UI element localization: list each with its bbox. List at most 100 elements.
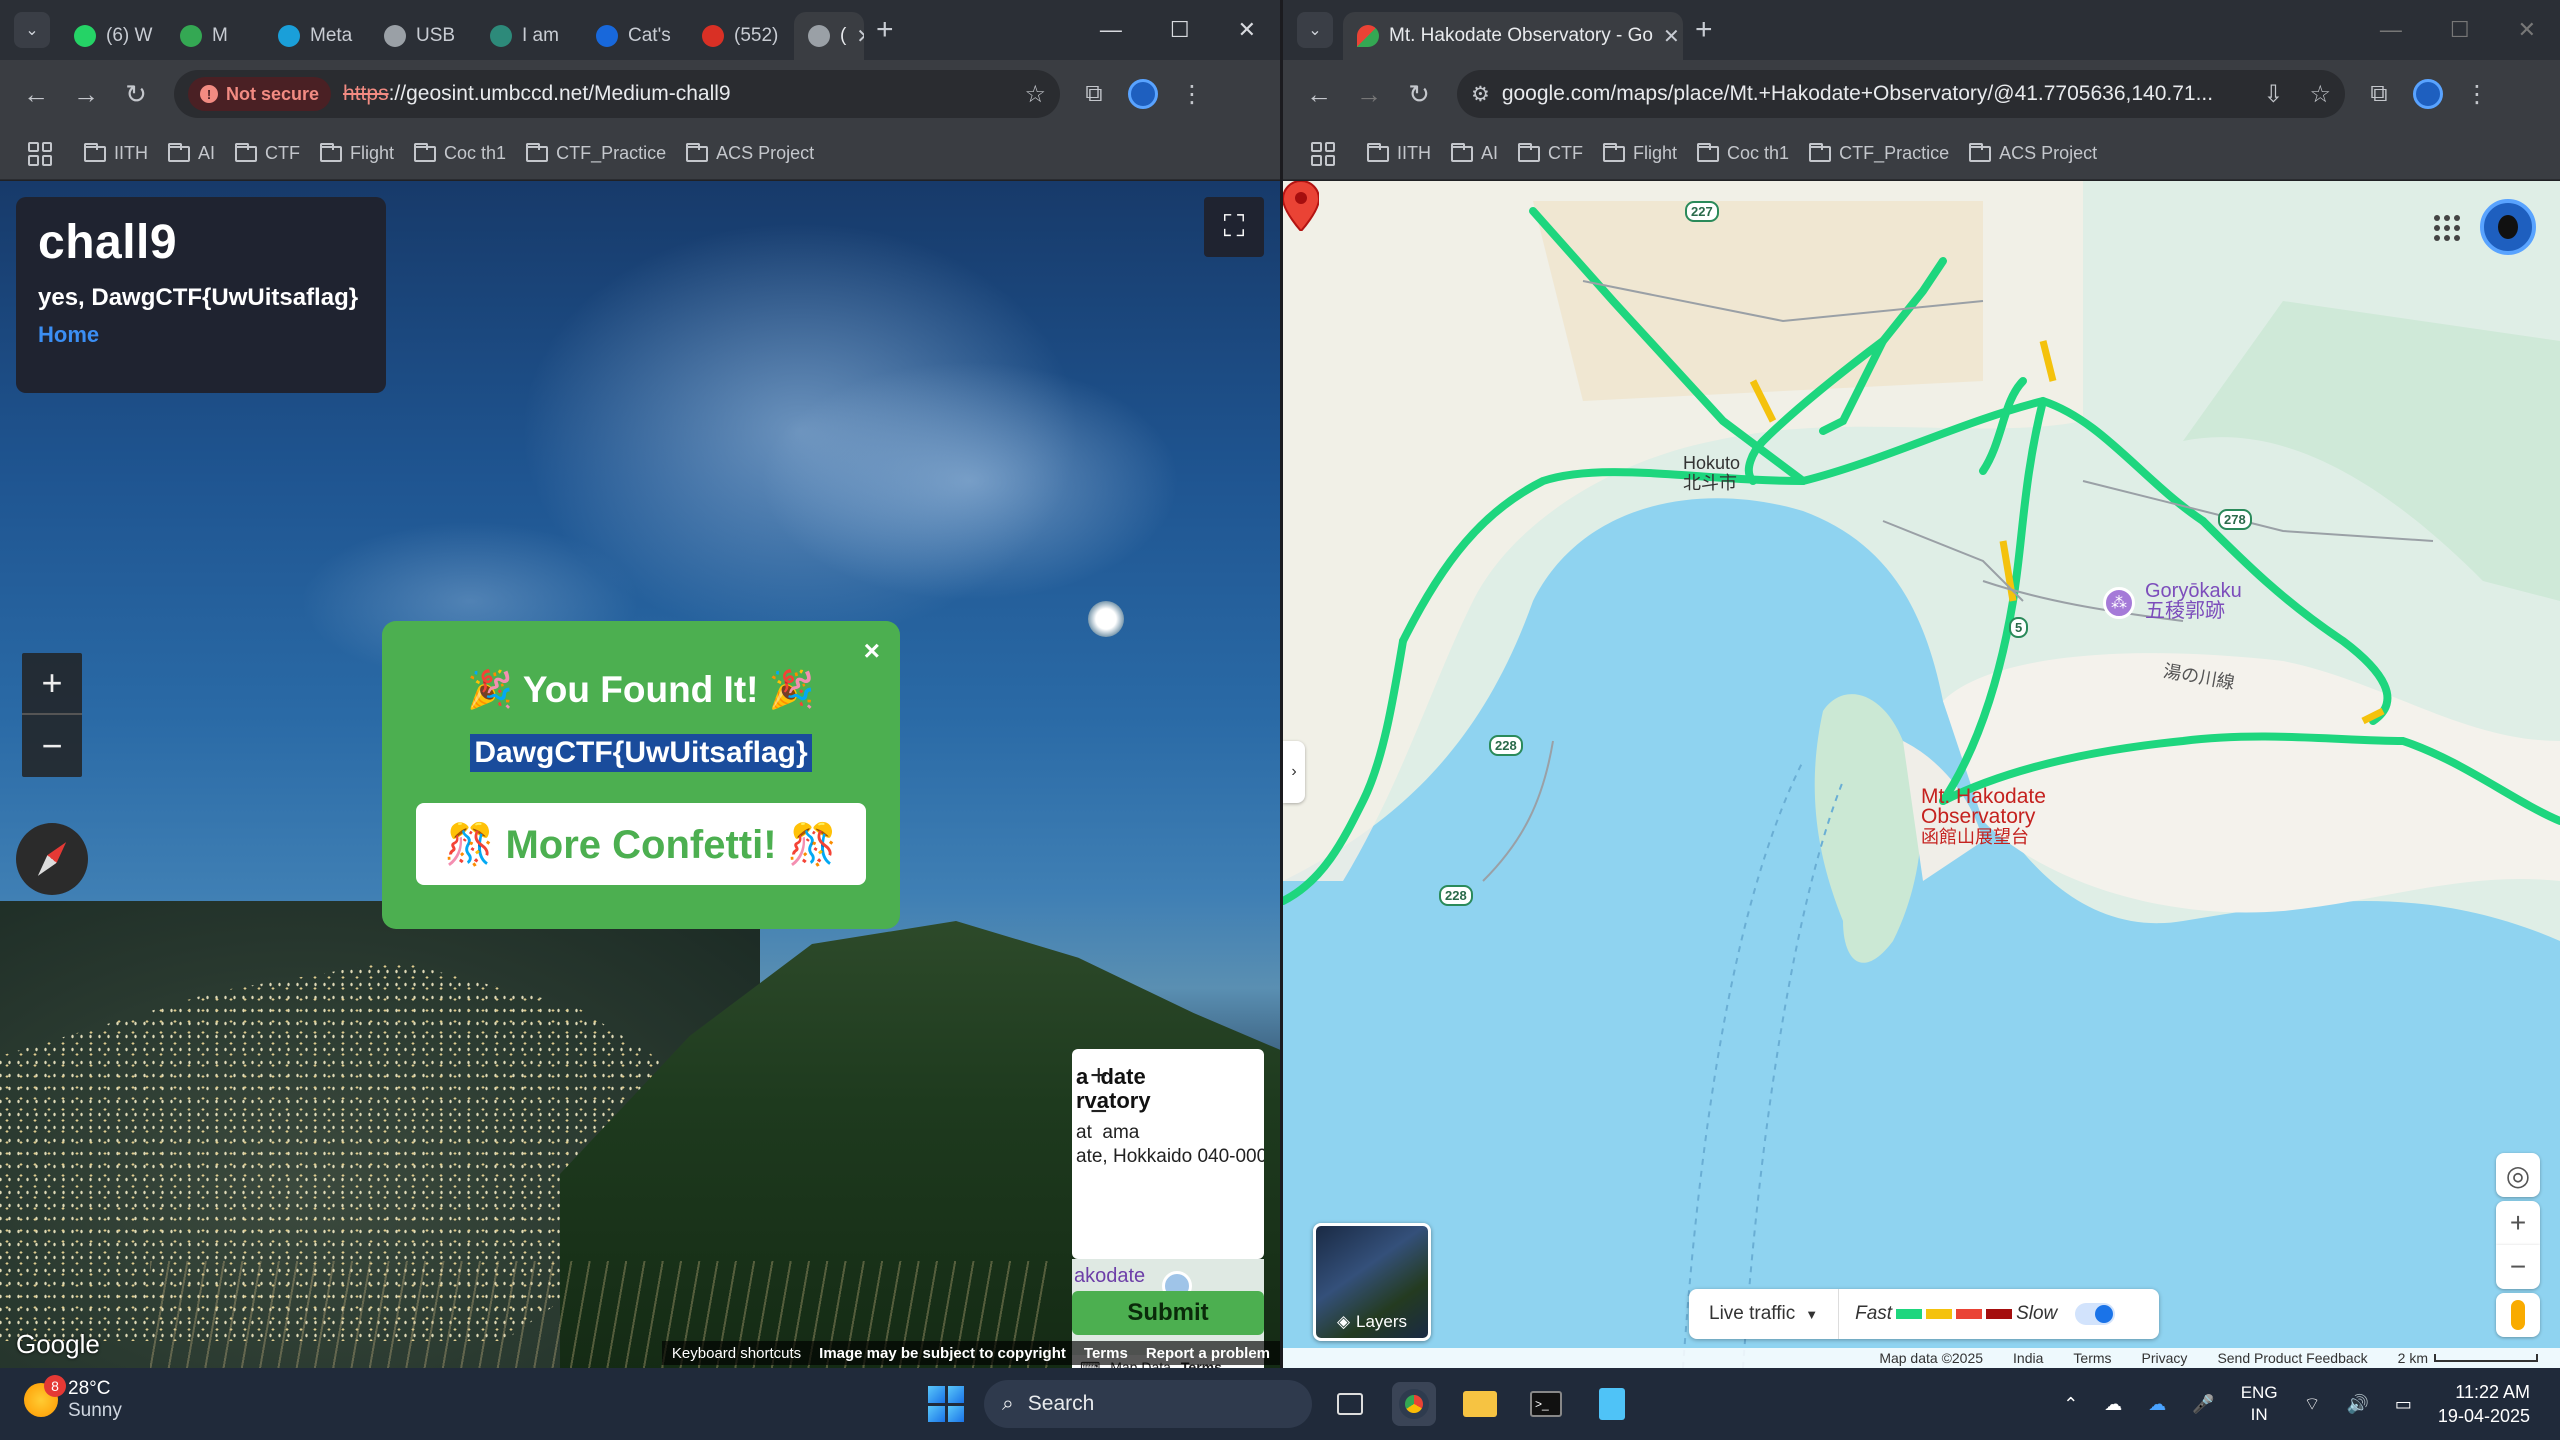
new-tab-button[interactable]: + [876,6,894,54]
tab-1[interactable]: M [166,12,264,60]
taskbar-search[interactable]: ⌕ Search [984,1380,1312,1428]
tab-google-maps[interactable]: Mt. Hakodate Observatory - Go ✕ [1343,12,1683,60]
label-observatory[interactable]: Mt. Hakodate Observatory 函館山展望台 [1921,786,2046,847]
onedrive-icon[interactable]: ☁ [2104,1394,2122,1415]
map-zoom-in-button[interactable]: + [2496,1201,2540,1245]
tab-search-button[interactable]: ⌄ [1297,12,1333,48]
onedrive-blue-icon[interactable]: ☁ [2148,1394,2166,1415]
bookmark-folder[interactable]: IITH [1367,142,1431,164]
privacy-link[interactable]: Privacy [2142,1350,2188,1366]
scale-bar[interactable]: 2 km [2398,1350,2538,1366]
address-bar[interactable]: ! Not secure https://geosint.umbccd.net/… [174,70,1060,118]
wifi-icon[interactable]: ⌔ [2304,1393,2321,1416]
show-hidden-icons[interactable]: ⌃ [2063,1394,2078,1415]
bookmark-folder[interactable]: AI [168,142,215,164]
terminal-icon[interactable]: >_ [1524,1382,1568,1426]
bookmark-folder[interactable]: Coc th1 [1697,142,1789,164]
apps-grid-icon[interactable] [1311,141,1335,166]
bookmark-folder[interactable]: CTF [1518,142,1583,164]
reload-icon[interactable]: ↻ [114,72,158,116]
tab-4[interactable]: I am [476,12,582,60]
label-goryokaku[interactable]: Goryōkaku 五稜郭跡 [2145,581,2242,621]
install-icon[interactable]: ⇩ [2263,80,2283,109]
bookmark-folder[interactable]: AI [1451,142,1498,164]
mini-zoom-out-icon[interactable]: − [1090,1095,1108,1129]
windows-start-icon[interactable] [928,1386,964,1422]
map-zoom-out-button[interactable]: − [2496,1245,2540,1289]
region-link[interactable]: India [2013,1350,2043,1366]
feedback-link[interactable]: Send Product Feedback [2217,1350,2367,1366]
language-indicator[interactable]: ENG IN [2241,1382,2278,1426]
tab-6[interactable]: (552) [688,12,794,60]
tab-close-icon[interactable]: ✕ [1663,24,1680,49]
tab-5[interactable]: Cat's [582,12,688,60]
more-confetti-button[interactable]: 🎊 More Confetti! 🎊 [416,803,866,885]
profile-avatar[interactable] [2413,79,2443,109]
notepad-icon[interactable] [1590,1382,1634,1426]
layers-button[interactable]: ◈ Layers [1313,1223,1431,1341]
bookmark-folder[interactable]: Flight [1603,142,1677,164]
popup-close-button[interactable]: × [864,635,880,667]
collapse-side-panel-icon[interactable]: › [1283,741,1305,803]
reload-icon[interactable]: ↻ [1397,72,1441,116]
bookmark-folder[interactable]: CTF_Practice [526,142,666,164]
terms-link[interactable]: Terms [2073,1350,2111,1366]
map-canvas[interactable]: › Hokuto 北斗市 ⁂ Goryōkaku 五稜郭跡 湯の川線 Mt. H… [1283,181,2560,1368]
tab-7[interactable]: (✕ [794,12,864,60]
extensions-icon[interactable]: ⧉ [2359,74,2399,114]
microphone-icon[interactable]: 🎤 [2192,1394,2214,1415]
compass-icon[interactable] [16,823,88,895]
site-info-icon[interactable]: ⚙ [1471,82,1490,107]
traffic-toggle[interactable] [2075,1303,2116,1325]
bookmark-folder[interactable]: ACS Project [1969,142,2097,164]
bookmark-folder[interactable]: CTF [235,142,300,164]
home-link[interactable]: Home [38,322,364,348]
forward-icon[interactable]: → [1347,72,1391,116]
tab-search-button[interactable]: ⌄ [14,12,50,48]
minimize-icon[interactable]: — [1100,17,1122,43]
bookmark-folder[interactable]: Coc th1 [414,142,506,164]
close-window-icon[interactable]: ✕ [2518,17,2536,43]
not-secure-chip[interactable]: ! Not secure [188,77,332,111]
close-window-icon[interactable]: ✕ [1238,17,1256,43]
extensions-icon[interactable]: ⧉ [1074,74,1114,114]
bookmark-star-icon[interactable]: ☆ [2309,80,2331,109]
account-avatar[interactable] [2480,199,2536,255]
goryokaku-poi-icon[interactable]: ⁂ [2103,587,2135,619]
pegman-icon[interactable] [2496,1293,2540,1337]
fullscreen-icon[interactable]: ⛶ [1204,197,1264,257]
maximize-icon[interactable]: ☐ [2450,17,2470,43]
clock[interactable]: 11:22 AM 19-04-2025 [2438,1380,2530,1428]
zoom-in-button[interactable]: + [22,653,82,715]
battery-icon[interactable]: ▭ [2395,1394,2412,1415]
google-apps-icon[interactable] [2434,215,2460,241]
back-icon[interactable]: ← [14,72,58,116]
menu-kebab-icon[interactable]: ⋮ [1172,74,1212,114]
bookmark-star-icon[interactable]: ☆ [1024,80,1046,109]
volume-icon[interactable]: 🔊 [2346,1394,2368,1415]
maximize-icon[interactable]: ☐ [1170,17,1190,43]
task-view-icon[interactable] [1328,1382,1372,1426]
address-bar[interactable]: ⚙ google.com/maps/place/Mt.+Hakodate+Obs… [1457,70,2345,118]
back-icon[interactable]: ← [1297,72,1341,116]
menu-kebab-icon[interactable]: ⋮ [2457,74,2497,114]
file-explorer-icon[interactable] [1458,1382,1502,1426]
mini-zoom-in-icon[interactable]: + [1090,1059,1108,1093]
new-tab-button[interactable]: + [1695,6,1713,54]
bookmark-folder[interactable]: Flight [320,142,394,164]
profile-avatar[interactable] [1128,79,1158,109]
minimize-icon[interactable]: — [2380,17,2402,43]
weather-widget[interactable]: 8 28°C Sunny [24,1375,122,1422]
report-problem-link[interactable]: Report a problem [1146,1345,1270,1362]
bookmark-folder[interactable]: ACS Project [686,142,814,164]
terms-link[interactable]: Terms [1084,1345,1128,1362]
bookmark-folder[interactable]: CTF_Practice [1809,142,1949,164]
submit-button[interactable]: Submit [1072,1291,1264,1335]
live-traffic-dropdown[interactable]: Live traffic ▼ [1689,1289,1840,1339]
tab-3[interactable]: USB [370,12,476,60]
location-pin-icon[interactable] [1283,181,1319,231]
tab-close-icon[interactable]: ✕ [856,24,864,49]
apps-grid-icon[interactable] [28,141,52,166]
keyboard-shortcuts-link[interactable]: Keyboard shortcuts [672,1345,801,1362]
bookmark-folder[interactable]: IITH [84,142,148,164]
